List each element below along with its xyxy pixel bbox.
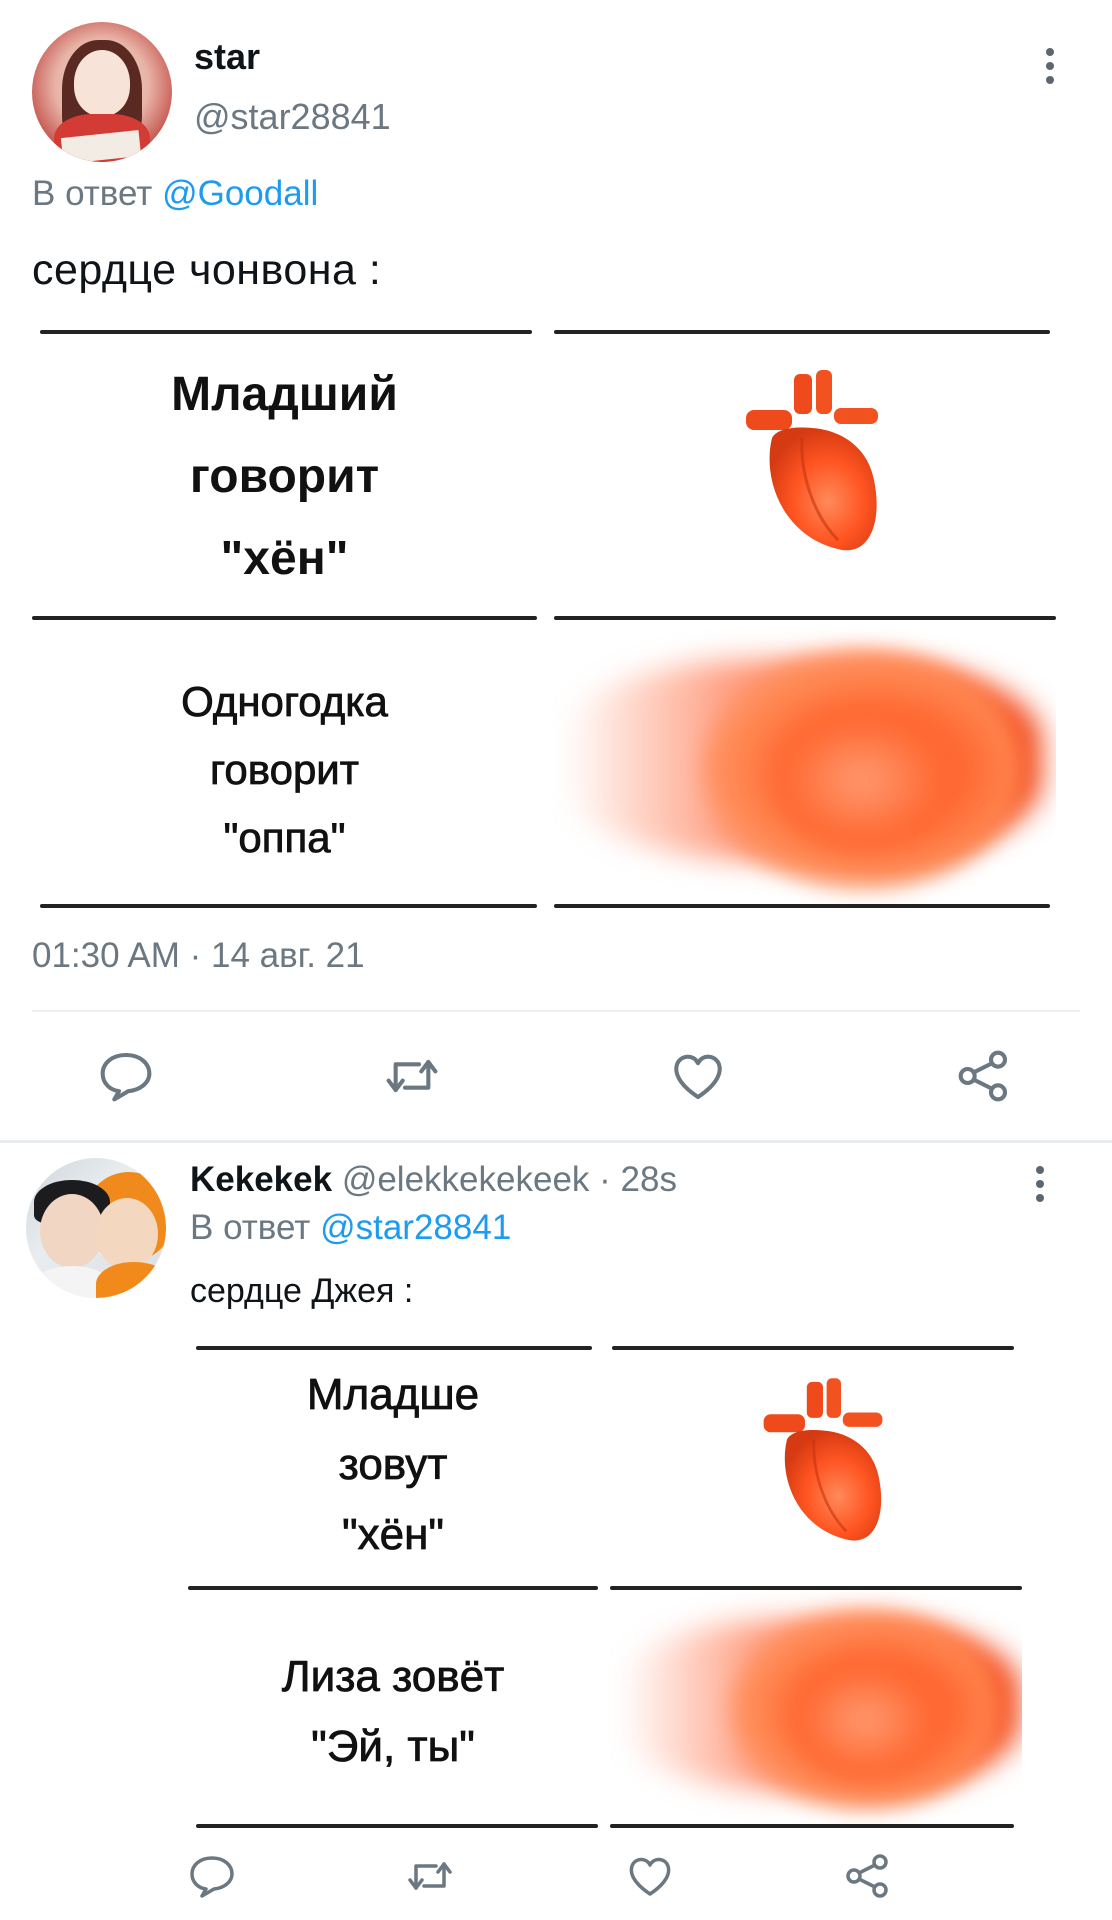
avatar-face bbox=[74, 50, 130, 116]
more-options-icon[interactable] bbox=[1030, 1164, 1050, 1204]
retweet-button[interactable] bbox=[406, 1852, 454, 1900]
divider bbox=[32, 1010, 1080, 1012]
reply-prefix: В ответ bbox=[32, 174, 153, 213]
anatomical-heart-icon bbox=[746, 370, 878, 551]
blurred-heart-image bbox=[552, 620, 1056, 905]
caption-line: говорит bbox=[189, 450, 380, 503]
meme-caption-top: Младший говорит "хён" bbox=[32, 330, 537, 615]
share-icon bbox=[958, 1050, 1008, 1102]
retweet-icon bbox=[386, 1059, 438, 1093]
caption-line: Одногодка bbox=[181, 678, 389, 726]
caption-line: говорит bbox=[209, 746, 360, 794]
avatar-shirt bbox=[96, 1262, 166, 1298]
caption-line: "хён" bbox=[341, 1510, 445, 1560]
like-icon bbox=[629, 1857, 671, 1896]
reply-button[interactable] bbox=[98, 1048, 154, 1104]
reply-context: В ответ @star28841 bbox=[190, 1208, 511, 1248]
reply-mention-link[interactable]: @star28841 bbox=[320, 1208, 511, 1247]
tweet-text: сердце Джея : bbox=[190, 1272, 414, 1310]
user-handle[interactable]: @star28841 bbox=[194, 96, 391, 138]
user-name[interactable]: star bbox=[194, 36, 260, 78]
share-button[interactable] bbox=[844, 1852, 892, 1900]
meme-image[interactable]: Младший говорит "хён" Одногодка говорит … bbox=[32, 330, 1056, 910]
caption-line: Младший bbox=[171, 368, 398, 421]
caption-line: "Эй, ты" bbox=[311, 1722, 475, 1772]
caption-line: "оппа" bbox=[223, 814, 346, 862]
meme-caption-bottom: Лиза зовёт "Эй, ты" bbox=[188, 1590, 598, 1826]
like-button[interactable] bbox=[626, 1852, 674, 1900]
reply-context: В ответ @Goodall bbox=[32, 174, 318, 214]
avatar[interactable] bbox=[32, 22, 172, 162]
reply-prefix: В ответ bbox=[190, 1208, 311, 1247]
reply-icon bbox=[190, 1856, 234, 1898]
avatar[interactable] bbox=[26, 1158, 166, 1298]
heart-image bbox=[552, 330, 1056, 615]
avatar-face bbox=[40, 1194, 104, 1268]
user-name[interactable]: Kekekek bbox=[190, 1160, 332, 1199]
retweet-button[interactable] bbox=[384, 1048, 440, 1104]
heart-image bbox=[610, 1346, 1022, 1586]
blurred-heart-image bbox=[610, 1590, 1022, 1826]
share-icon bbox=[846, 1854, 888, 1898]
like-button[interactable] bbox=[670, 1048, 726, 1104]
caption-line: Младше bbox=[306, 1370, 480, 1420]
user-handle[interactable]: @elekkekekeek bbox=[342, 1160, 590, 1199]
tweet-time: · 28s bbox=[599, 1160, 677, 1199]
caption-line: "хён" bbox=[220, 532, 349, 585]
reply-icon bbox=[100, 1052, 152, 1102]
tweet-header: Kekekek @elekkekekeek · 28s bbox=[190, 1160, 677, 1200]
avatar-face bbox=[96, 1198, 158, 1270]
tweet-timestamp: 01:30 AM · 14 авг. 21 bbox=[32, 936, 365, 975]
reply-mention-link[interactable]: @Goodall bbox=[162, 174, 318, 213]
anatomical-heart-icon bbox=[763, 1378, 883, 1541]
meme-caption-top: Младше зовут "хён" bbox=[188, 1346, 598, 1586]
reply-button[interactable] bbox=[188, 1852, 236, 1900]
share-button[interactable] bbox=[956, 1048, 1012, 1104]
meme-image[interactable]: Младше зовут "хён" Лиза зовёт "Эй, ты" bbox=[188, 1346, 1022, 1830]
caption-line: Лиза зовёт bbox=[281, 1652, 505, 1702]
tweet-separator bbox=[0, 1140, 1112, 1143]
tweet-text: сердце чонвона : bbox=[32, 246, 382, 294]
caption-line: зовут bbox=[338, 1440, 448, 1490]
retweet-icon bbox=[408, 1862, 452, 1890]
like-icon bbox=[674, 1054, 722, 1100]
more-options-icon[interactable] bbox=[1040, 46, 1060, 86]
meme-caption-bottom: Одногодка говорит "оппа" bbox=[32, 620, 537, 905]
